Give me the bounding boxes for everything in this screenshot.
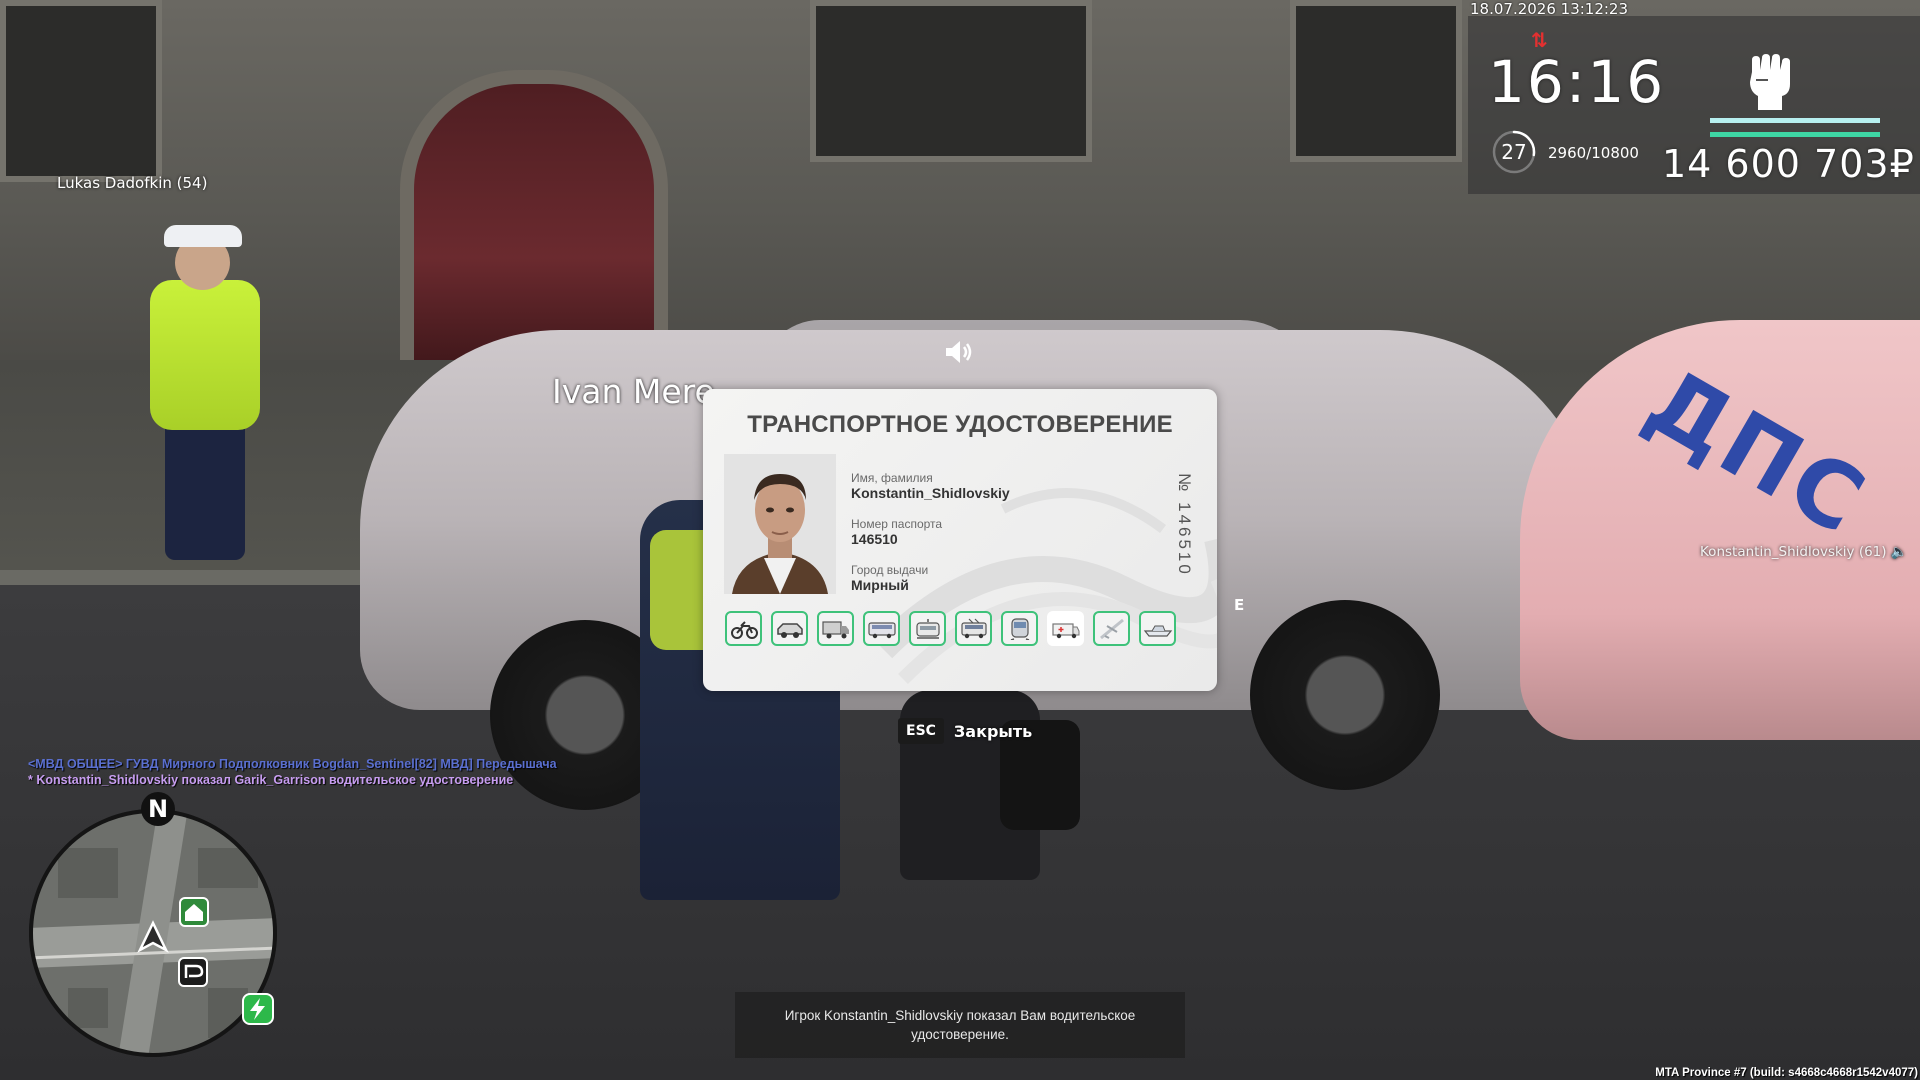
armor-bar [1710,132,1880,137]
signal-arrows-icon: ⇅ [1531,28,1548,52]
building-window [0,0,162,182]
license-category-trolleybus [955,611,992,646]
chat-line: <МВД ОБЩЕЕ> ГУВД Мирного Подполковник Bo… [28,757,557,771]
game-screen: E ДПС Lukas Dadofkin (54) Ivan Mere Kons… [0,0,1920,1080]
car-icon [776,622,803,638]
notification-toast: Игрок Konstantin_Shidlovskiy показал Вам… [735,992,1185,1058]
hud-money: 14 600 703₽ [1662,142,1915,186]
minimap-north: N [141,792,175,826]
car-plate-letter: E [1234,596,1245,614]
license-category-bus [863,611,900,646]
nametag-ivan: Ivan Mere [552,372,715,411]
nametag-konstantin: Konstantin_Shidlovskiy (61) 🔈 [1700,544,1908,560]
minimap[interactable] [28,808,278,1058]
nametag-konstantin-text: Konstantin_Shidlovskiy (61) [1700,544,1887,560]
car-wheel [1250,600,1440,790]
fist-icon [1750,54,1790,110]
chat-log: <МВД ОБЩЕЕ> ГУВД Мирного Подполковник Bo… [28,756,728,788]
speaker-icon[interactable] [942,336,974,368]
license-category-boat [1139,611,1176,646]
health-bar [1710,118,1880,123]
close-hint[interactable]: ESC Закрыть [898,718,1032,744]
license-number-text: № 146510 [1175,473,1194,577]
city-value: Мирный [851,577,909,593]
license-category-ambulance [1047,611,1084,646]
license-card: ТРАНСПОРТНОЕ УДОСТОВЕРЕНИЕ Имя, фамилия … [703,389,1217,691]
boat-icon [1143,625,1172,637]
license-photo [724,454,836,594]
name-value: Konstantin_Shidlovskiy [851,485,1010,501]
trolleybus-icon [960,618,987,638]
license-category-car [771,611,808,646]
ambulance-icon [1051,622,1079,638]
motorcycle-icon [730,620,758,639]
esc-key[interactable]: ESC [898,718,944,744]
license-title: ТРАНСПОРТНОЕ УДОСТОВЕРЕНИЕ [747,411,1173,438]
license-category-train [1001,611,1038,646]
hud-status-bars [1710,118,1880,140]
parking-icon [178,957,208,987]
tram-icon [915,618,940,639]
bus-icon [867,621,896,638]
train-icon [1010,617,1029,640]
passport-label: Номер паспорта [851,517,943,531]
license-category-tram [909,611,946,646]
voice-icon: 🔈 [1890,544,1908,560]
city-label: Город выдачи [851,563,929,577]
build-info: MTA Province #7 (build: s4668c4668r1542v… [1655,1067,1918,1079]
license-fields: Имя, фамилия Konstantin_Shidlovskiy Номе… [851,471,1010,609]
license-number: № 146510 [1173,471,1194,581]
hud-clock: 16:16 [1488,48,1666,116]
building-window [810,0,1092,162]
building-window [1290,0,1462,162]
passport-value: 146510 [851,531,898,547]
chat-line: * Konstantin_Shidlovskiy показал Garik_G… [28,773,514,787]
close-button[interactable]: Закрыть [954,722,1032,741]
charging-station-icon [242,993,274,1025]
home-icon [179,897,209,927]
license-categories [725,611,1176,646]
hud-xp: 2960/10800 [1548,144,1639,162]
hud-level: 27 [1501,140,1527,164]
license-category-airplane [1093,611,1130,646]
license-category-motorcycle [725,611,762,646]
name-label: Имя, фамилия [851,471,933,485]
traffic-officer [120,220,290,560]
license-category-truck [817,611,854,646]
nametag-lukas: Lukas Dadofkin (54) [57,174,208,192]
airplane-icon [1099,618,1124,639]
hud-datetime: 18.07.2026 13:12:23 [1470,0,1629,18]
truck-icon [821,620,849,638]
portrait-avatar [724,454,836,594]
